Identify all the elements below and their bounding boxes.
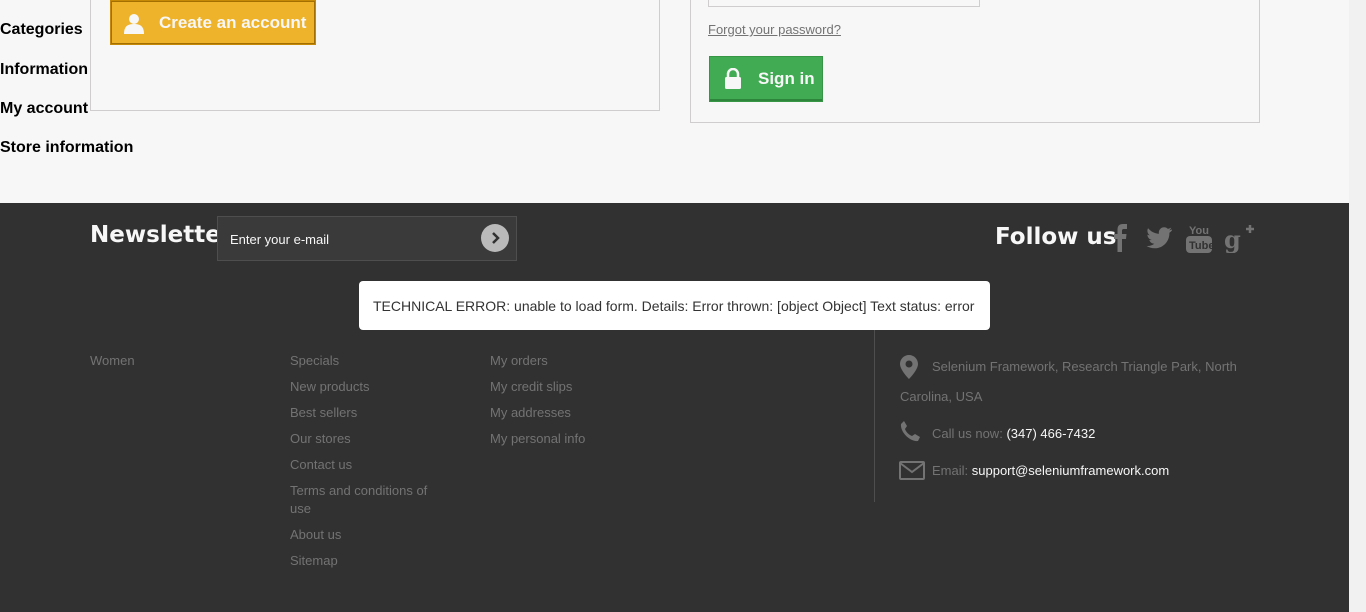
vertical-scrollbar[interactable] [1349,0,1366,612]
error-modal: TECHNICAL ERROR: unable to load form. De… [359,281,990,330]
error-message: TECHNICAL ERROR: unable to load form. De… [373,297,975,314]
